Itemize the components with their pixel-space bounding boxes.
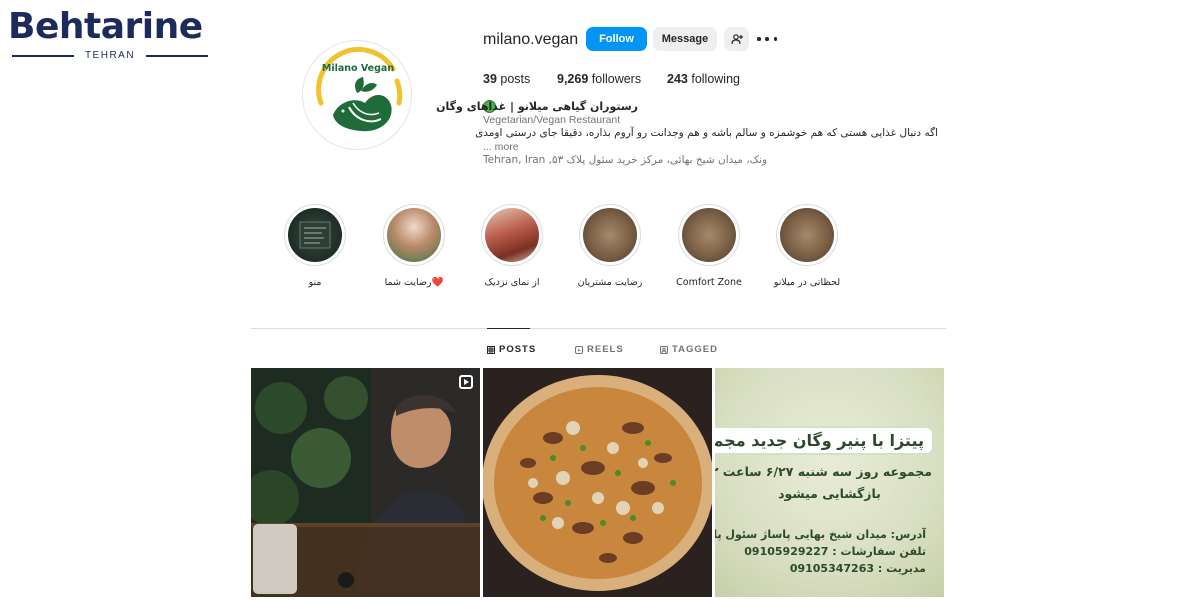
following-stat[interactable]: 243 following xyxy=(667,72,740,86)
bio-name: رستوران گیاهی میلانو | غذاهای وگان xyxy=(436,100,638,113)
highlight-cover xyxy=(682,208,736,262)
milano-vegan-logo: Milano Vegan xyxy=(316,47,403,132)
highlight-satisfaction[interactable] xyxy=(383,204,445,266)
post-image xyxy=(483,368,712,597)
tabs-divider xyxy=(251,328,946,329)
message-button[interactable]: Message xyxy=(653,27,717,51)
post-headline: پیتزا با پنیر وگان جدید مجموعه xyxy=(715,428,932,453)
post-announcement[interactable]: پیتزا با پنیر وگان جدید مجموعه مجموعه رو… xyxy=(715,368,944,597)
watermark-sub: TEHRAN xyxy=(12,50,208,62)
post-line-phone: تلفن سفارشات : 09105929227 xyxy=(744,545,926,558)
bio-more-link[interactable]: ... more xyxy=(483,141,519,153)
highlight-cover xyxy=(288,208,342,262)
tagged-icon xyxy=(660,345,668,354)
posts-stat: 39 posts xyxy=(483,72,531,86)
highlight-moments[interactable] xyxy=(776,204,838,266)
profile-avatar[interactable]: Milano Vegan xyxy=(302,40,412,150)
highlight-customers[interactable] xyxy=(579,204,641,266)
bio-text: اگه دنبال غذایی هستی که هم خوشمزه و سالم… xyxy=(475,127,938,139)
highlight-cover xyxy=(387,208,441,262)
watermark-brand: Behtarine xyxy=(8,6,203,47)
tab-posts[interactable]: POSTS xyxy=(487,344,536,355)
followers-stat[interactable]: 9,269 followers xyxy=(557,72,641,86)
watermark-logo: Behtarine TEHRAN xyxy=(8,6,213,62)
profile-username: milano.vegan xyxy=(483,31,579,48)
suggest-user-button[interactable] xyxy=(724,27,749,51)
active-tab-indicator xyxy=(487,328,530,329)
tab-reels[interactable]: REELS xyxy=(575,344,624,355)
post-line-manager: مدیریت : 09105347263 xyxy=(789,562,926,575)
post-reel-1[interactable] xyxy=(251,368,480,597)
reel-icon xyxy=(459,375,473,389)
post-line-address: آدرس: میدان شیخ بهایی پاساژ سئول پلاک 53 xyxy=(715,528,926,541)
grid-icon xyxy=(487,345,495,354)
post-line-reopen: بازگشایی میشود xyxy=(778,486,881,501)
post-image xyxy=(251,368,480,597)
highlight-comfort-zone[interactable] xyxy=(678,204,740,266)
reels-icon xyxy=(575,345,583,354)
highlight-label: لحظاتی در میلانو xyxy=(773,277,841,288)
bio-category: Vegetarian/Vegan Restaurant xyxy=(483,114,621,126)
highlight-cover xyxy=(780,208,834,262)
tab-tagged[interactable]: TAGGED xyxy=(660,344,718,355)
highlight-cover xyxy=(583,208,637,262)
add-person-icon xyxy=(730,34,743,45)
highlight-menu[interactable] xyxy=(284,204,346,266)
highlight-closeup[interactable] xyxy=(481,204,543,266)
avatar-text: Milano Vegan xyxy=(322,63,394,74)
post-line-schedule: مجموعه روز سه شنبه ۶/۲۷ ساعت ۱۲ الی ۲۳ xyxy=(715,464,932,479)
more-options-icon[interactable] xyxy=(757,30,777,48)
bio-address[interactable]: ونک، میدان شیخ بهائی، مرکز خرید سئول پلا… xyxy=(483,154,767,166)
post-pizza[interactable] xyxy=(483,368,712,597)
highlight-cover xyxy=(485,208,539,262)
follow-button[interactable]: Follow xyxy=(586,27,647,51)
